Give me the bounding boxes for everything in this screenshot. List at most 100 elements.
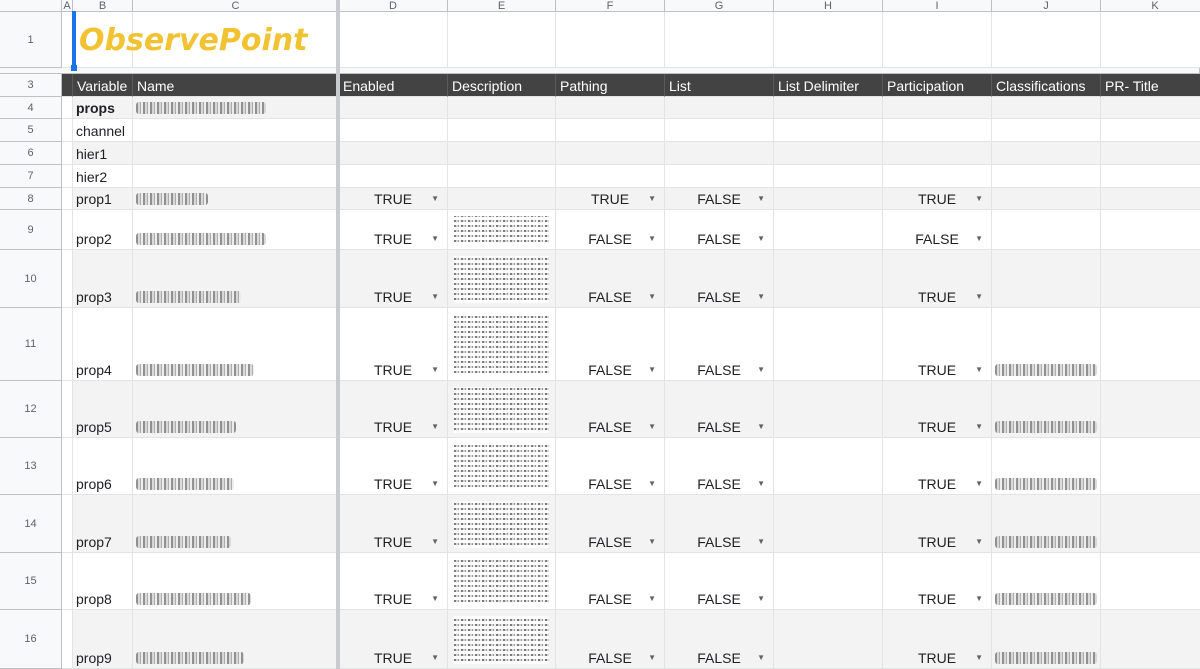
cell-6-a[interactable] (62, 142, 73, 165)
cell-6-h[interactable] (774, 142, 883, 165)
cell-15-k[interactable] (1101, 553, 1200, 610)
dropdown-arrow-icon[interactable]: ▼ (648, 365, 656, 374)
cell-15-h[interactable] (774, 553, 883, 610)
cell-5-i[interactable] (883, 119, 992, 142)
column-header-k[interactable]: K (1101, 0, 1200, 12)
cell-15-j[interactable] (992, 553, 1101, 610)
cell-13-i[interactable]: TRUE ▼ (883, 438, 992, 495)
cell-9-g[interactable]: FALSE ▼ (665, 210, 774, 250)
cell-5-k[interactable] (1101, 119, 1200, 142)
cell-10-c[interactable] (133, 250, 339, 308)
cell-16-g[interactable]: FALSE ▼ (665, 610, 774, 669)
dropdown-arrow-icon[interactable]: ▼ (975, 653, 983, 662)
cell-11-g[interactable]: FALSE ▼ (665, 308, 774, 381)
dropdown-arrow-icon[interactable]: ▼ (648, 292, 656, 301)
cell-7-f[interactable] (556, 165, 665, 188)
cell-16-h[interactable] (774, 610, 883, 669)
dropdown-arrow-icon[interactable]: ▼ (431, 292, 439, 301)
cell-7-d[interactable] (339, 165, 448, 188)
column-header-a[interactable]: A (62, 0, 73, 12)
cell-10-e[interactable] (448, 250, 556, 308)
cell-r1-i[interactable] (883, 12, 992, 68)
dropdown-arrow-icon[interactable]: ▼ (431, 234, 439, 243)
cell-9-a[interactable] (62, 210, 73, 250)
cell-15-e[interactable] (448, 553, 556, 610)
column-header-f[interactable]: F (556, 0, 665, 12)
cell-9-j[interactable] (992, 210, 1101, 250)
cell-6-b[interactable]: hier1 (73, 142, 133, 165)
cell-11-e[interactable] (448, 308, 556, 381)
cell-8-g[interactable]: FALSE ▼ (665, 188, 774, 210)
column-header-i[interactable]: I (883, 0, 992, 12)
cell-6-d[interactable] (339, 142, 448, 165)
cell-12-k[interactable] (1101, 381, 1200, 438)
row-header-15[interactable]: 15 (0, 553, 62, 610)
column-header-d[interactable]: D (339, 0, 448, 12)
cell-9-c[interactable] (133, 210, 339, 250)
cell-4-b[interactable]: props (73, 97, 133, 119)
cell-11-k[interactable] (1101, 308, 1200, 381)
cell-7-b[interactable]: hier2 (73, 165, 133, 188)
dropdown-arrow-icon[interactable]: ▼ (975, 234, 983, 243)
cell-6-g[interactable] (665, 142, 774, 165)
header-pathing[interactable]: Pathing (556, 74, 665, 97)
dropdown-arrow-icon[interactable]: ▼ (975, 479, 983, 488)
cell-5-e[interactable] (448, 119, 556, 142)
column-header-h[interactable]: H (774, 0, 883, 12)
cell-11-f[interactable]: FALSE ▼ (556, 308, 665, 381)
cell-14-c[interactable] (133, 495, 339, 553)
dropdown-arrow-icon[interactable]: ▼ (757, 537, 765, 546)
cell-r1-g[interactable] (665, 12, 774, 68)
row-header-4[interactable]: 4 (0, 97, 62, 119)
cell-12-g[interactable]: FALSE ▼ (665, 381, 774, 438)
cell-8-e[interactable] (448, 188, 556, 210)
cell-8-b[interactable]: prop1 (73, 188, 133, 210)
cell-6-j[interactable] (992, 142, 1101, 165)
cell-r1-j[interactable] (992, 12, 1101, 68)
cell-14-e[interactable] (448, 495, 556, 553)
cell-4-j[interactable] (992, 97, 1101, 119)
cell-6-e[interactable] (448, 142, 556, 165)
cell-4-i[interactable] (883, 97, 992, 119)
cell-8-h[interactable] (774, 188, 883, 210)
cell-12-i[interactable]: TRUE ▼ (883, 381, 992, 438)
dropdown-arrow-icon[interactable]: ▼ (648, 234, 656, 243)
dropdown-arrow-icon[interactable]: ▼ (431, 479, 439, 488)
cell-14-h[interactable] (774, 495, 883, 553)
cell-9-b[interactable]: prop2 (73, 210, 133, 250)
header-col-a[interactable] (62, 74, 73, 97)
cell-14-d[interactable]: TRUE ▼ (339, 495, 448, 553)
cell-12-d[interactable]: TRUE ▼ (339, 381, 448, 438)
header-variable[interactable]: Variable (73, 74, 133, 97)
cell-4-g[interactable] (665, 97, 774, 119)
dropdown-arrow-icon[interactable]: ▼ (648, 194, 656, 203)
cell-16-j[interactable] (992, 610, 1101, 669)
dropdown-arrow-icon[interactable]: ▼ (975, 422, 983, 431)
cell-r1-d[interactable] (339, 12, 448, 68)
dropdown-arrow-icon[interactable]: ▼ (757, 365, 765, 374)
header-classifications[interactable]: Classifications (992, 74, 1101, 97)
column-header-e[interactable]: E (448, 0, 556, 12)
dropdown-arrow-icon[interactable]: ▼ (975, 594, 983, 603)
cell-12-j[interactable] (992, 381, 1101, 438)
cell-11-d[interactable]: TRUE ▼ (339, 308, 448, 381)
header-participation[interactable]: Participation (883, 74, 992, 97)
cell-8-i[interactable]: TRUE ▼ (883, 188, 992, 210)
dropdown-arrow-icon[interactable]: ▼ (431, 653, 439, 662)
dropdown-arrow-icon[interactable]: ▼ (757, 422, 765, 431)
cell-13-a[interactable] (62, 438, 73, 495)
cell-r1-a[interactable] (62, 12, 73, 68)
dropdown-arrow-icon[interactable]: ▼ (648, 422, 656, 431)
cell-r1-k[interactable] (1101, 12, 1200, 68)
cell-4-f[interactable] (556, 97, 665, 119)
cell-6-f[interactable] (556, 142, 665, 165)
cell-16-e[interactable] (448, 610, 556, 669)
cell-10-b[interactable]: prop3 (73, 250, 133, 308)
cell-14-j[interactable] (992, 495, 1101, 553)
cell-7-e[interactable] (448, 165, 556, 188)
dropdown-arrow-icon[interactable]: ▼ (757, 479, 765, 488)
cell-4-a[interactable] (62, 97, 73, 119)
cell-16-b[interactable]: prop9 (73, 610, 133, 669)
cell-13-e[interactable] (448, 438, 556, 495)
cell-9-f[interactable]: FALSE ▼ (556, 210, 665, 250)
